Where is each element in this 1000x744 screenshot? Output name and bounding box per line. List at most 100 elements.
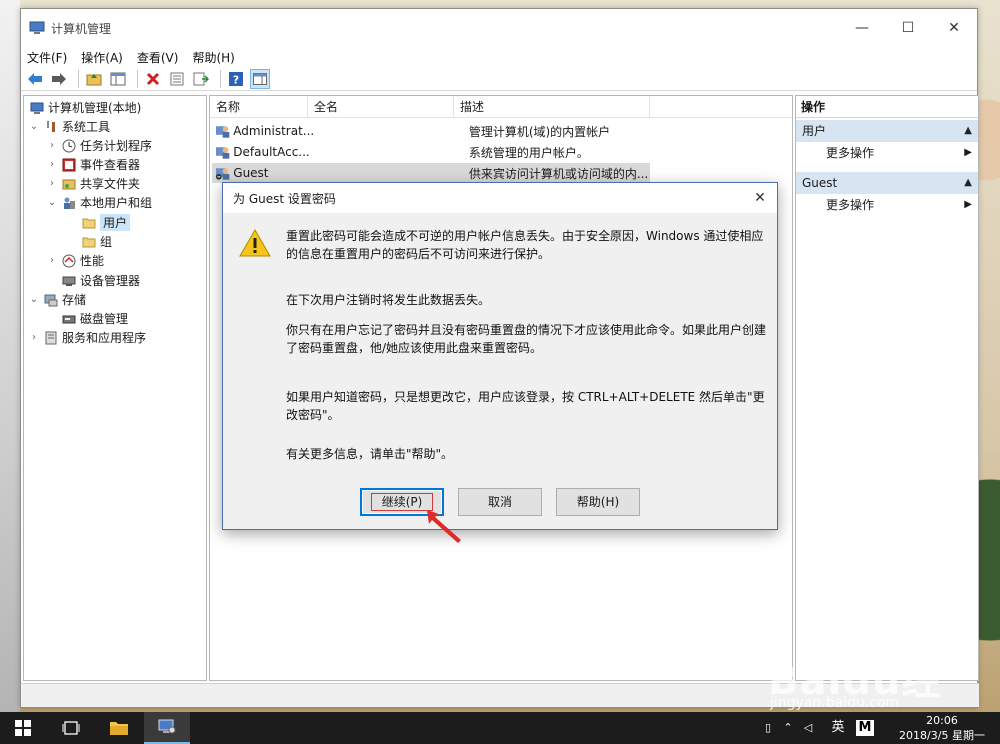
tree-item-local-users-groups[interactable]: ⌄ 本地用户和组: [46, 193, 152, 212]
clock-time[interactable]: 20:06: [892, 714, 992, 728]
windows-logo-icon: [15, 720, 31, 736]
dialog-titlebar[interactable]: 为 Guest 设置密码 ✕: [223, 183, 777, 213]
user-disabled-icon: [215, 168, 230, 180]
collapse-up-icon[interactable]: ▲: [964, 172, 972, 194]
tree-item-system-tools[interactable]: ⌄ 系统工具: [28, 117, 110, 136]
ime-language-indicator[interactable]: 英: [830, 721, 846, 735]
show-hide-tree-icon[interactable]: [108, 69, 128, 89]
tree-item-disk-management[interactable]: 磁盘管理: [58, 309, 128, 328]
forward-icon[interactable]: [49, 69, 69, 89]
submenu-arrow-icon: ▶: [964, 147, 972, 158]
ime-mode-indicator[interactable]: M: [856, 720, 874, 736]
tree-item-services-apps[interactable]: › 服务和应用程序: [28, 328, 146, 347]
toolbar-separator: [137, 69, 138, 88]
dialog-close-button[interactable]: ✕: [743, 190, 777, 206]
chevron-down-icon[interactable]: ⌄: [46, 197, 58, 208]
action-more-actions-users[interactable]: 更多操作 ▶: [796, 142, 978, 164]
taskbar: ▯ ⌃ ◁ 英 M 20:06 2018/3/5 星期一: [0, 712, 1000, 744]
column-header-name[interactable]: 名称: [210, 96, 308, 118]
column-header-fullname[interactable]: 全名: [308, 96, 454, 118]
column-header-description[interactable]: 描述: [454, 96, 650, 118]
start-button[interactable]: [0, 712, 46, 744]
help-button[interactable]: 帮助(H): [556, 488, 640, 516]
computer-management-icon: [29, 21, 45, 34]
delete-icon[interactable]: [143, 69, 163, 89]
tools-icon: [43, 119, 59, 135]
actions-header: 操作: [796, 96, 978, 118]
tree-item-root[interactable]: 计算机管理(本地): [26, 98, 141, 117]
storage-icon: [43, 292, 59, 308]
tree-item-device-manager[interactable]: 设备管理器: [58, 271, 140, 290]
dialog-text-warning: 重置此密码可能会造成不可逆的用户帐户信息丢失。由于安全原因，Windows 通过…: [286, 229, 764, 261]
clock-icon: [61, 138, 77, 154]
cancel-button[interactable]: 取消: [458, 488, 542, 516]
tree-item-shared-folders[interactable]: › 共享文件夹: [46, 174, 140, 193]
svg-text:?: ?: [233, 73, 239, 86]
task-view-button[interactable]: [48, 712, 94, 744]
collapse-up-icon[interactable]: ▲: [964, 120, 972, 142]
task-view-icon: [62, 721, 80, 735]
mobile-icon[interactable]: ▯: [760, 721, 776, 735]
minimize-button[interactable]: —: [839, 9, 885, 47]
toolbar-separator: [220, 69, 221, 88]
list-header: 名称 全名 描述: [210, 96, 792, 118]
tree-item-storage[interactable]: ⌄ 存储: [28, 290, 86, 309]
maximize-button[interactable]: ☐: [885, 9, 931, 47]
action-more-actions-guest[interactable]: 更多操作 ▶: [796, 194, 978, 216]
window-title: 计算机管理: [51, 21, 112, 36]
computer-management-taskbar-button[interactable]: [144, 712, 190, 744]
action-group-guest[interactable]: Guest ▲: [796, 172, 978, 194]
menu-bar: 文件(F) 操作(A) 查看(V) 帮助(H): [21, 47, 977, 67]
volume-icon[interactable]: ◁: [800, 721, 816, 735]
menu-help[interactable]: 帮助(H): [192, 49, 234, 66]
dialog-text-usage: 你只有在用户忘记了密码并且没有密码重置盘的情况下才应该使用此命令。如果此用户创建…: [286, 323, 767, 355]
folder-icon: [81, 234, 97, 250]
menu-file[interactable]: 文件(F): [27, 49, 67, 66]
event-viewer-icon: [61, 157, 77, 173]
up-folder-icon[interactable]: [84, 69, 104, 89]
clock-date[interactable]: 2018/3/5 星期一: [886, 729, 998, 743]
chevron-down-icon[interactable]: ⌄: [28, 294, 40, 305]
submenu-arrow-icon: ▶: [964, 199, 972, 210]
folder-icon: [110, 722, 128, 735]
action-group-users[interactable]: 用户 ▲: [796, 120, 978, 142]
help-icon[interactable]: ?: [226, 69, 246, 89]
file-explorer-taskbar-button[interactable]: [96, 712, 142, 744]
table-row-selected[interactable]: Guest 供来宾访问计算机或访问域的内...: [212, 163, 650, 183]
users-group-icon: [61, 195, 77, 211]
menu-view[interactable]: 查看(V): [137, 49, 179, 66]
table-row[interactable]: Administrat... 管理计算机(域)的内置帐户: [212, 121, 650, 141]
close-button[interactable]: ✕: [931, 9, 977, 47]
back-icon[interactable]: [25, 69, 45, 89]
table-row[interactable]: DefaultAcc... 系统管理的用户帐户。: [212, 142, 650, 162]
show-action-pane-icon[interactable]: [250, 68, 270, 89]
shared-folder-icon: [61, 176, 77, 192]
export-list-icon[interactable]: [191, 69, 211, 89]
chevron-down-icon[interactable]: ⌄: [28, 121, 40, 132]
computer-management-icon: [158, 719, 176, 734]
tree-item-users[interactable]: 用户: [78, 213, 131, 232]
chevron-right-icon[interactable]: ›: [46, 255, 58, 266]
baidu-watermark: Baidu经验 jingyan.baidu.com: [768, 658, 943, 744]
chevron-up-icon[interactable]: ⌃: [780, 721, 796, 735]
tree-item-event-viewer[interactable]: › 事件查看器: [46, 155, 140, 174]
performance-icon: [61, 253, 77, 269]
warning-icon: [239, 228, 271, 257]
chevron-right-icon[interactable]: ›: [28, 332, 40, 343]
device-manager-icon: [61, 273, 77, 289]
chevron-right-icon[interactable]: ›: [46, 140, 58, 151]
properties-icon[interactable]: [167, 69, 187, 89]
user-icon: [215, 126, 230, 138]
tree-item-groups[interactable]: 组: [78, 232, 112, 251]
tree-item-task-scheduler[interactable]: › 任务计划程序: [46, 136, 152, 155]
disk-icon: [61, 311, 77, 327]
actions-pane: 操作 用户 ▲ 更多操作 ▶ Guest ▲ 更多操作 ▶: [795, 95, 979, 681]
dialog-text-data-loss: 在下次用户注销时将发生此数据丢失。: [286, 293, 491, 307]
chevron-right-icon[interactable]: ›: [46, 178, 58, 189]
menu-action[interactable]: 操作(A): [81, 49, 123, 66]
chevron-right-icon[interactable]: ›: [46, 159, 58, 170]
computer-management-icon: [29, 100, 45, 116]
services-icon: [43, 330, 59, 346]
tree-item-performance[interactable]: › 性能: [46, 251, 104, 270]
window-titlebar[interactable]: 计算机管理 — ☐ ✕: [21, 9, 977, 47]
